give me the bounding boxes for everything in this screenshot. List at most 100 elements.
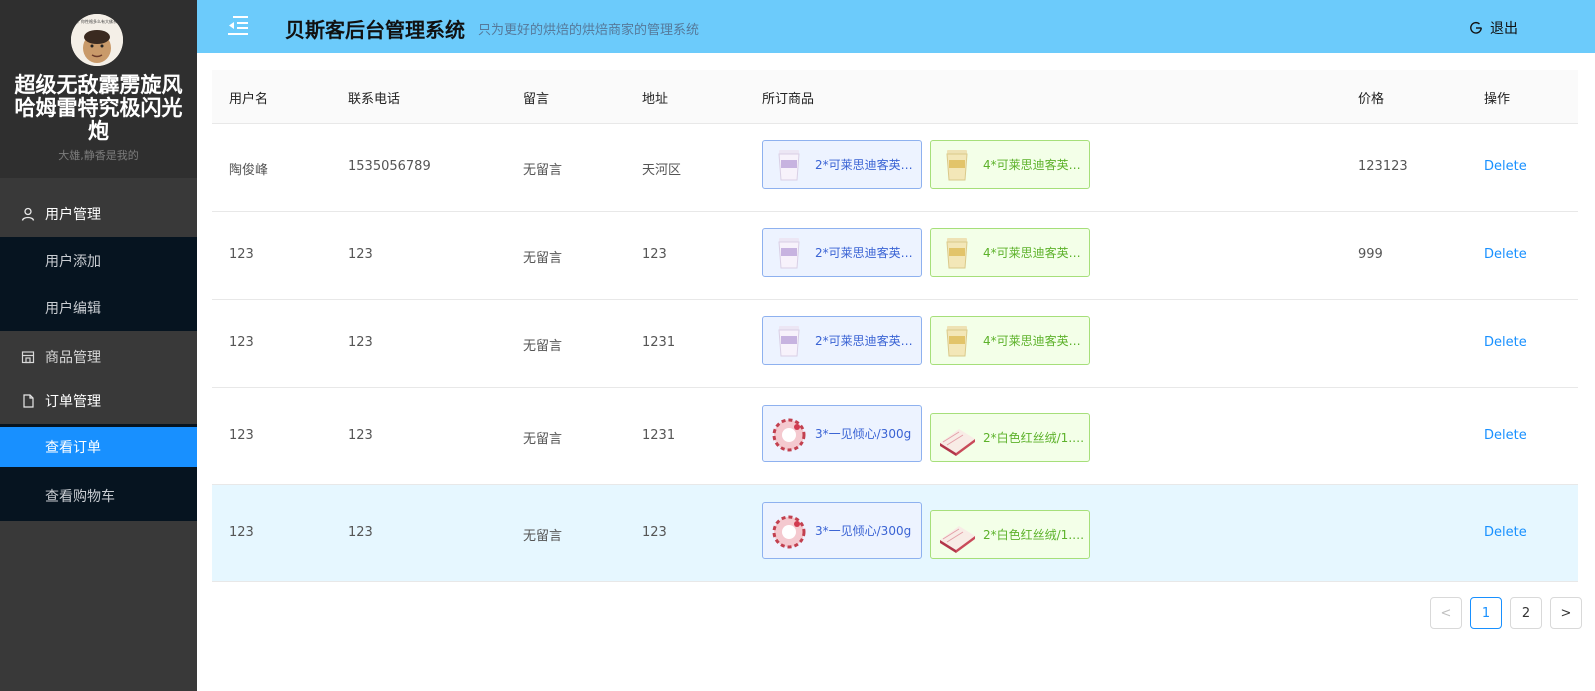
user-submenu: 用户添加 用户编辑 (0, 237, 197, 331)
cell-message: 无留言 (523, 339, 563, 354)
menu-user-add[interactable]: 用户添加 (0, 237, 197, 284)
table-row: 123 123 无留言 1231 2*可莱思迪客英国... 4*可莱思迪客英国.… (212, 300, 1578, 388)
menu-view-cart-label: 查看购物车 (45, 488, 115, 505)
delete-link[interactable]: Delete (1484, 247, 1527, 262)
tub-image-icon (946, 237, 968, 268)
goods-tag-text: 3*一见倾心/300g (815, 524, 912, 538)
menu-order-management[interactable]: 订单管理 (0, 377, 197, 424)
delete-link[interactable]: Delete (1484, 335, 1527, 350)
cell-user: 123 (229, 428, 254, 443)
goods-tag-text: 2*白色红丝绒/1.2磅 (983, 431, 1089, 445)
table-row: 123 123 无留言 123 2*可莱思迪客英国... 4*可莱思迪客英国..… (212, 212, 1578, 300)
goods-tag-text: 2*可莱思迪客英国... (815, 334, 921, 348)
cake-image-icon (940, 525, 975, 553)
menu-order-management-label: 订单管理 (45, 393, 101, 410)
profile-motto: 大雄,静香是我的 (58, 149, 139, 162)
cell-user: 123 (229, 335, 254, 350)
menu-user-management-label: 用户管理 (45, 206, 101, 223)
logout-label: 退出 (1490, 21, 1518, 37)
menu-view-orders[interactable]: 查看订单 (0, 427, 197, 467)
menu-view-orders-label: 查看订单 (45, 440, 101, 456)
logout-icon (1470, 21, 1482, 34)
delete-link[interactable]: Delete (1484, 525, 1527, 540)
column-header-goods: 所订商品 (762, 92, 815, 107)
cell-message: 无留言 (523, 163, 563, 178)
column-header-price: 价格 (1358, 92, 1385, 107)
cell-message: 无留言 (523, 251, 563, 266)
menu-view-cart[interactable]: 查看购物车 (0, 472, 197, 519)
menu-user-management[interactable]: 用户管理 (0, 190, 197, 237)
pagination-prev-button[interactable]: < (1430, 597, 1462, 629)
top-header: 贝斯客后台管理系统 只为更好的烘焙的烘焙商家的管理系统 退出 (197, 0, 1595, 53)
menu-fold-icon[interactable] (227, 15, 249, 35)
tub-image-icon (778, 149, 800, 180)
goods-tag: 2*白色红丝绒/1.2磅 (930, 413, 1090, 462)
cell-address: 1231 (642, 335, 676, 350)
pagination-page-1[interactable]: 1 (1470, 597, 1502, 629)
goods-tag: 2*可莱思迪客英国... (762, 228, 922, 277)
goods-tag: 2*白色红丝绒/1.2磅 (930, 510, 1090, 559)
avatar-caption: 我，你性格多么有大佛系的 (73, 18, 121, 24)
cell-phone: 123 (348, 525, 373, 540)
cell-message: 无留言 (523, 432, 563, 447)
goods-tag: 2*可莱思迪客英国... (762, 140, 922, 189)
cell-phone: 1535056789 (348, 159, 431, 174)
file-icon (23, 393, 34, 408)
menu-goods-management[interactable]: 商品管理 (0, 333, 197, 380)
cell-address: 123 (642, 525, 667, 540)
goods-tag-text: 4*可莱思迪客英国... (983, 246, 1089, 260)
profile-username: 超级无敌霹雳旋风哈姆雷特究极闪光炮 (14, 73, 183, 143)
cell-phone: 123 (348, 428, 373, 443)
order-submenu: 查看订单 查看购物车 (0, 424, 197, 521)
menu-user-add-label: 用户添加 (45, 253, 101, 270)
goods-tag-text: 2*可莱思迪客英国... (815, 246, 921, 260)
column-header-user: 用户名 (229, 92, 269, 107)
cell-phone: 123 (348, 247, 373, 262)
table-header: 用户名 联系电话 留言 地址 所订商品 价格 操作 (212, 70, 1578, 124)
cake-image-icon (772, 515, 806, 548)
user-icon (21, 207, 35, 221)
cell-address: 123 (642, 247, 667, 262)
shop-icon (21, 350, 35, 363)
goods-tag-text: 4*可莱思迪客英国... (983, 334, 1089, 348)
goods-tag-text: 2*白色红丝绒/1.2磅 (983, 528, 1089, 542)
goods-tag: 3*一见倾心/300g (762, 502, 922, 559)
delete-link[interactable]: Delete (1484, 428, 1527, 443)
sidebar: 我，你性格多么有大佛系的 超级无敌霹雳旋风哈姆雷特究极闪光炮 大雄,静香是我的 … (0, 0, 197, 691)
app-title: 贝斯客后台管理系统 (285, 18, 465, 42)
tub-image-icon (778, 237, 800, 268)
app-root: 我，你性格多么有大佛系的 超级无敌霹雳旋风哈姆雷特究极闪光炮 大雄,静香是我的 … (0, 0, 1595, 691)
cake-image-icon (772, 418, 806, 451)
table-row: 陶俊峰 1535056789 无留言 天河区 2*可莱思迪客英国... 4*可莱… (212, 124, 1578, 212)
goods-tag: 2*可莱思迪客英国... (762, 316, 922, 365)
column-header-message: 留言 (523, 92, 550, 107)
tub-image-icon (946, 149, 968, 180)
column-header-phone: 联系电话 (348, 92, 401, 107)
app-subtitle: 只为更好的烘焙的烘焙商家的管理系统 (478, 23, 700, 38)
tub-image-icon (778, 325, 800, 356)
cell-price: 999 (1358, 247, 1383, 262)
goods-tag: 4*可莱思迪客英国... (930, 228, 1090, 277)
table-row: 123 123 无留言 123 3*一见倾心/300g 2*白色红丝绒/1.2磅… (212, 485, 1578, 582)
pagination-next-button[interactable]: > (1550, 597, 1582, 629)
menu-user-edit[interactable]: 用户编辑 (0, 284, 197, 331)
cell-price: 123123 (1358, 159, 1408, 174)
logout-button[interactable]: 退出 (1469, 17, 1518, 39)
avatar: 我，你性格多么有大佛系的 (71, 14, 123, 66)
table-row: 123 123 无留言 1231 3*一见倾心/300g 2*白色红丝绒/1.2… (212, 388, 1578, 485)
pagination-page-2[interactable]: 2 (1510, 597, 1542, 629)
cell-address: 天河区 (642, 163, 682, 178)
cell-user: 123 (229, 247, 254, 262)
cell-user: 123 (229, 525, 254, 540)
tub-image-icon (946, 325, 968, 356)
column-header-address: 地址 (642, 92, 669, 107)
menu-user-edit-label: 用户编辑 (45, 300, 101, 317)
cell-phone: 123 (348, 335, 373, 350)
cell-address: 1231 (642, 428, 676, 443)
cake-image-icon (940, 428, 975, 456)
delete-link[interactable]: Delete (1484, 159, 1527, 174)
user-profile: 我，你性格多么有大佛系的 超级无敌霹雳旋风哈姆雷特究极闪光炮 大雄,静香是我的 (0, 0, 197, 178)
goods-tag-text: 2*可莱思迪客英国... (815, 158, 921, 172)
cell-user: 陶俊峰 (229, 163, 269, 178)
goods-tag-text: 4*可莱思迪客英国... (983, 158, 1089, 172)
